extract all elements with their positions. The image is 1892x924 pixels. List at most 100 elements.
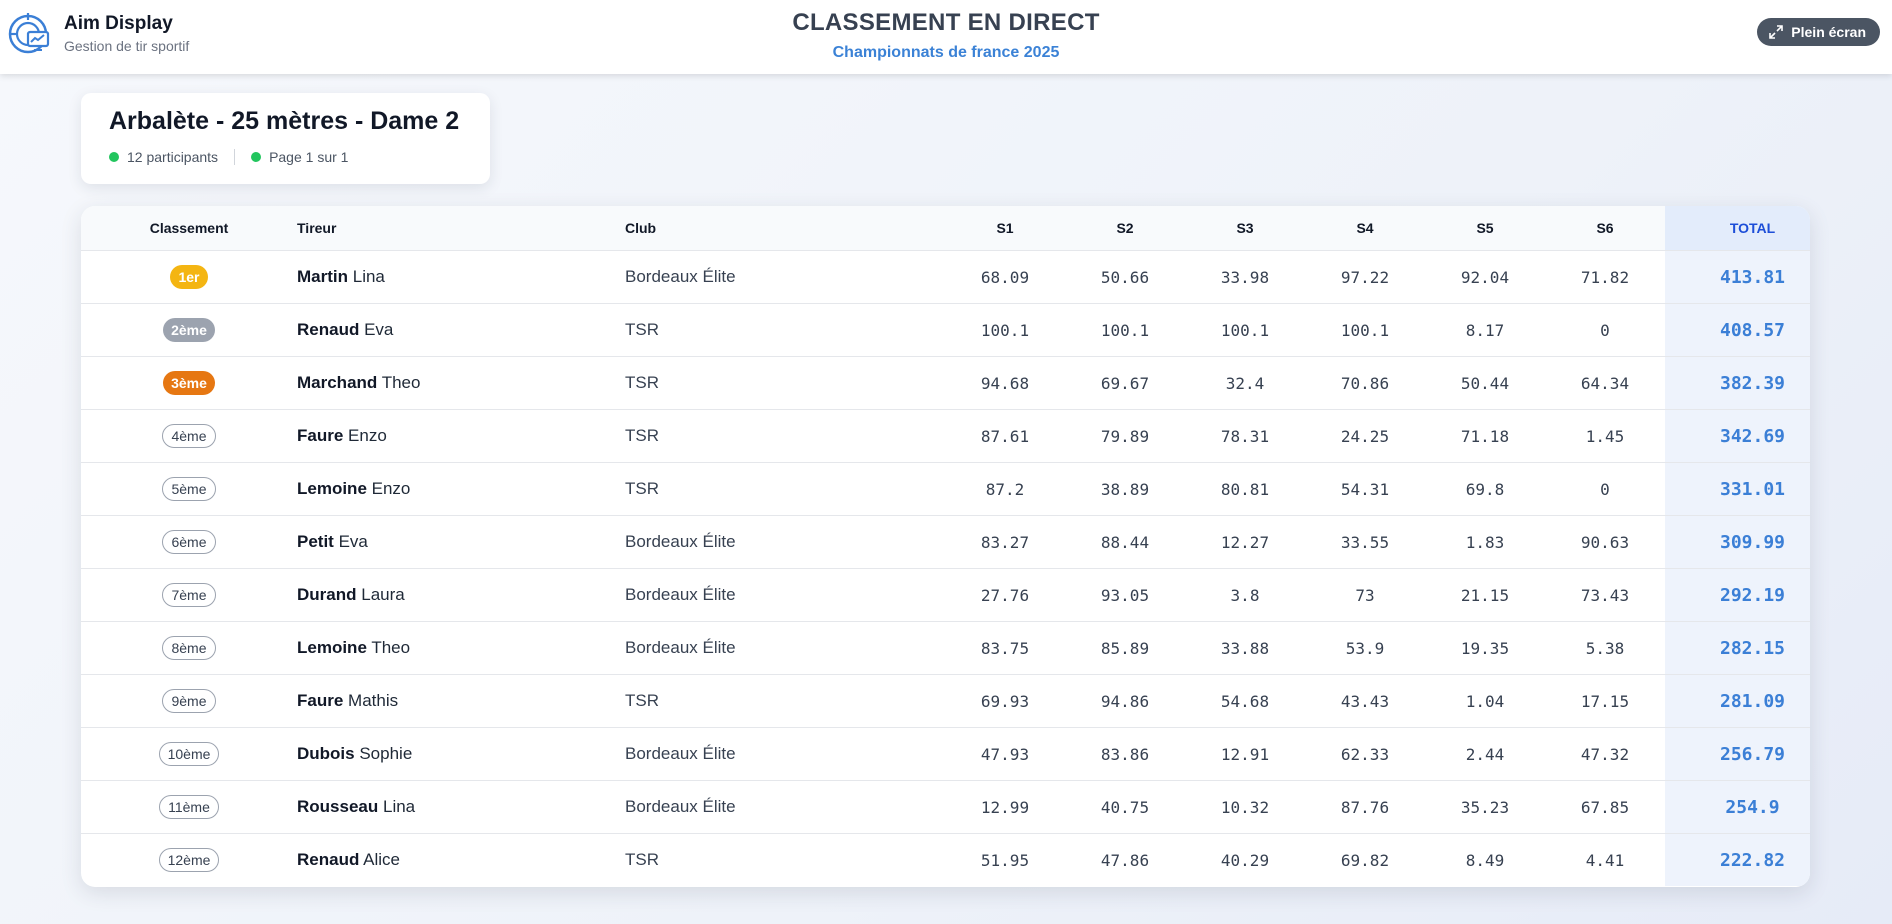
- score-s4: 54.31: [1305, 462, 1425, 516]
- score-total: 282.15: [1665, 621, 1810, 675]
- shooter-name: Dubois Sophie: [297, 727, 625, 781]
- header-titles: CLASSEMENT EN DIRECT Championnats de fra…: [0, 8, 1892, 64]
- shooter-name: Renaud Eva: [297, 303, 625, 357]
- score-total: 309.99: [1665, 515, 1810, 569]
- score-s6: 47.32: [1545, 727, 1665, 781]
- table-row[interactable]: 11ème Rousseau Lina Bordeaux Élite 12.99…: [81, 780, 1810, 834]
- score-total: 382.39: [1665, 356, 1810, 410]
- score-s5: 1.83: [1425, 515, 1545, 569]
- club-cell: Bordeaux Élite: [625, 250, 945, 304]
- score-total: 281.09: [1665, 674, 1810, 728]
- score-s3: 78.31: [1185, 409, 1305, 463]
- score-total: 331.01: [1665, 462, 1810, 516]
- shooter-name: Petit Eva: [297, 515, 625, 569]
- club-cell: Bordeaux Élite: [625, 780, 945, 834]
- header-s2[interactable]: S2: [1065, 206, 1185, 251]
- header-rank[interactable]: Classement: [81, 206, 297, 251]
- table-row[interactable]: 2ème Renaud Eva TSR 100.1 100.1 100.1 10…: [81, 303, 1810, 357]
- shooter-name: Faure Enzo: [297, 409, 625, 463]
- rank-badge: 8ème: [162, 636, 216, 660]
- score-s4: 100.1: [1305, 303, 1425, 357]
- participants-count: 12 participants: [127, 149, 219, 165]
- club-cell: TSR: [625, 850, 659, 869]
- score-s3: 33.98: [1185, 250, 1305, 304]
- club-cell: Bordeaux Élite: [625, 568, 945, 622]
- score-s3: 33.88: [1185, 621, 1305, 675]
- score-s2: 88.44: [1065, 515, 1185, 569]
- table-row[interactable]: 12ème Renaud Alice TSR 51.95 47.86 40.29…: [81, 833, 1810, 886]
- score-s1: 83.27: [945, 515, 1065, 569]
- score-s2: 47.86: [1100, 850, 1150, 870]
- score-total: 413.81: [1665, 250, 1810, 304]
- score-s5: 35.23: [1425, 780, 1545, 834]
- table-row[interactable]: 4ème Faure Enzo TSR 87.61 79.89 78.31 24…: [81, 409, 1810, 463]
- table-row[interactable]: 7ème Durand Laura Bordeaux Élite 27.76 9…: [81, 568, 1810, 622]
- score-s5: 69.8: [1425, 462, 1545, 516]
- rank-badge: 12ème: [158, 848, 220, 872]
- rank-badge: 5ème: [162, 477, 216, 501]
- fullscreen-button[interactable]: Plein écran: [1757, 18, 1880, 46]
- table-row[interactable]: 5ème Lemoine Enzo TSR 87.2 38.89 80.81 5…: [81, 462, 1810, 516]
- shooter-last-name: Petit: [297, 532, 334, 551]
- table-row[interactable]: 3ème Marchand Theo TSR 94.68 69.67 32.4 …: [81, 356, 1810, 410]
- score-s6: 0: [1545, 462, 1665, 516]
- shooter-first-name: Mathis: [348, 691, 399, 710]
- shooter-last-name: Martin: [297, 267, 348, 286]
- brand[interactable]: Aim Display Gestion de tir sportif: [8, 12, 189, 56]
- table-row[interactable]: 8ème Lemoine Theo Bordeaux Élite 83.75 8…: [81, 621, 1810, 675]
- header-total[interactable]: TOTAL: [1665, 206, 1810, 251]
- shooter-name: Lemoine Enzo: [297, 462, 625, 516]
- rank-badge: 3ème: [163, 371, 215, 395]
- shooter-name: Rousseau Lina: [297, 780, 625, 834]
- header-s6[interactable]: S6: [1545, 206, 1665, 251]
- brand-tagline: Gestion de tir sportif: [64, 38, 190, 54]
- score-s4: 43.43: [1305, 674, 1425, 728]
- score-s2: 100.1: [1065, 303, 1185, 357]
- shooter-last-name: Renaud: [297, 850, 360, 869]
- page-title: CLASSEMENT EN DIRECT: [792, 9, 1100, 36]
- score-s4: 69.82: [1340, 850, 1390, 870]
- header-shooter[interactable]: Tireur: [297, 206, 625, 251]
- header-s3[interactable]: S3: [1185, 206, 1305, 251]
- score-s6: 4.41: [1585, 850, 1625, 870]
- table-row[interactable]: 6ème Petit Eva Bordeaux Élite 83.27 88.4…: [81, 515, 1810, 569]
- table-row[interactable]: 10ème Dubois Sophie Bordeaux Élite 47.93…: [81, 727, 1810, 781]
- score-total: 342.69: [1665, 409, 1810, 463]
- score-s4: 97.22: [1305, 250, 1425, 304]
- score-s4: 70.86: [1305, 356, 1425, 410]
- score-s5: 8.49: [1465, 850, 1505, 870]
- score-s6: 1.45: [1545, 409, 1665, 463]
- target-monitor-icon: [8, 13, 50, 54]
- header-s5[interactable]: S5: [1425, 206, 1545, 251]
- table-row[interactable]: 1er Martin Lina Bordeaux Élite 68.09 50.…: [81, 250, 1810, 304]
- club-cell: TSR: [625, 303, 945, 357]
- header-s4[interactable]: S4: [1305, 206, 1425, 251]
- score-s3: 10.32: [1185, 780, 1305, 834]
- score-s2: 79.89: [1065, 409, 1185, 463]
- score-s5: 2.44: [1425, 727, 1545, 781]
- rank-badge: 1er: [170, 265, 208, 289]
- shooter-first-name: Enzo: [348, 426, 387, 445]
- score-total: 292.19: [1665, 568, 1810, 622]
- shooter-last-name: Lemoine: [297, 638, 367, 657]
- shooter-last-name: Renaud: [297, 320, 360, 339]
- score-s4: 87.76: [1305, 780, 1425, 834]
- status-dot: [251, 152, 262, 162]
- score-s1: 12.99: [945, 780, 1065, 834]
- status-dot: [109, 152, 119, 162]
- shooter-last-name: Marchand: [297, 373, 378, 392]
- score-s3: 40.29: [1220, 850, 1270, 870]
- rank-badge: 6ème: [162, 530, 216, 554]
- score-s6: 67.85: [1545, 780, 1665, 834]
- table-row[interactable]: 9ème Faure Mathis TSR 69.93 94.86 54.68 …: [81, 674, 1810, 728]
- score-s2: 94.86: [1065, 674, 1185, 728]
- header-s1[interactable]: S1: [945, 206, 1065, 251]
- rank-badge: 9ème: [162, 689, 216, 713]
- top-bar: Aim Display Gestion de tir sportif CLASS…: [0, 0, 1892, 74]
- shooter-name: Faure Mathis: [297, 674, 625, 728]
- score-s3: 54.68: [1185, 674, 1305, 728]
- header-club[interactable]: Club: [625, 206, 945, 251]
- ranking-table: Classement Tireur Club S1 S2 S3 S4 S5 S6…: [81, 206, 1810, 887]
- shooter-first-name: Enzo: [371, 479, 411, 498]
- shooter-first-name: Eva: [364, 320, 394, 339]
